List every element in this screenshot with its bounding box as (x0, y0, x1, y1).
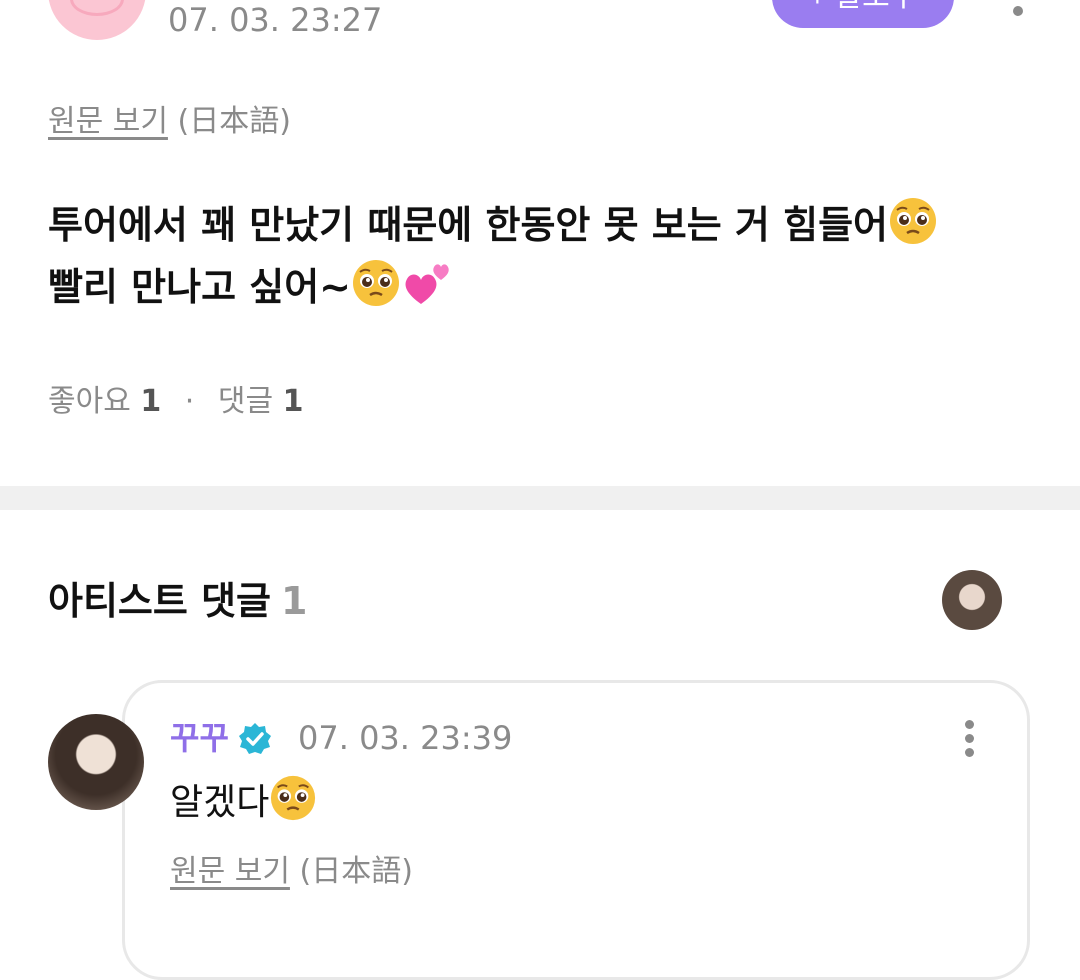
original-language: (日本語) (177, 104, 291, 139)
post-stats: 좋아요 1 · 댓글 1 (48, 382, 304, 422)
view-original-label[interactable]: 원문 보기 (48, 104, 168, 139)
comment-view-original-link[interactable]: 원문 보기 (日本語) (170, 852, 413, 892)
artist-comments-count: 1 (281, 579, 308, 623)
post-body-line-2: 빨리 만나고 싶어~ (48, 265, 352, 309)
comment-view-original-label[interactable]: 원문 보기 (170, 854, 290, 889)
artist-avatar-small[interactable] (942, 570, 1002, 630)
author-avatar[interactable] (48, 0, 146, 40)
follow-button[interactable]: + 팔로우 (772, 0, 954, 28)
commenter-avatar[interactable] (48, 714, 144, 810)
view-original-link[interactable]: 원문 보기 (日本語) (48, 102, 291, 142)
likes-label[interactable]: 좋아요 (48, 384, 131, 419)
avatar-illustration (70, 0, 124, 16)
comment-timestamp: 07. 03. 23:39 (298, 719, 513, 757)
pleading-face-icon (271, 775, 316, 821)
verified-badge-icon (239, 723, 271, 754)
comment-original-language: (日本語) (299, 854, 413, 889)
section-divider (0, 486, 1080, 510)
post-body: 투어에서 꽤 만났기 때문에 한동안 못 보는 거 힘들어 빨리 만나고 싶어~ (48, 194, 1048, 318)
artist-comments-title: 아티스트 댓글 1 (48, 578, 307, 624)
artist-comments-label: 아티스트 댓글 (48, 579, 271, 623)
likes-count: 1 (140, 384, 162, 419)
two-hearts-icon (405, 264, 449, 304)
post-timestamp: 07. 03. 23:27 (168, 1, 383, 39)
comments-label[interactable]: 댓글 (218, 384, 273, 419)
commenter-name[interactable]: 꾸꾸 (170, 718, 229, 758)
comment-text: 알겠다 (170, 774, 317, 830)
stats-separator: · (184, 384, 195, 419)
more-options-icon[interactable] (1004, 0, 1032, 20)
comments-count: 1 (282, 384, 304, 419)
pleading-face-icon (353, 260, 400, 306)
comment-text-body: 알겠다 (170, 782, 270, 823)
post-body-line-1: 투어에서 꽤 만났기 때문에 한동안 못 보는 거 힘들어 (48, 203, 888, 247)
more-vertical-icon[interactable] (956, 718, 984, 758)
pleading-face-icon (890, 198, 936, 244)
